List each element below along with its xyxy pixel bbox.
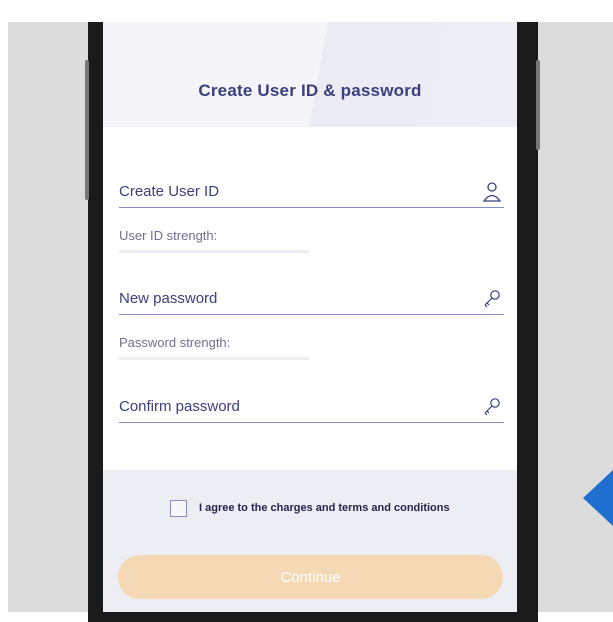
terms-row: I agree to the charges and terms and con… [170, 498, 450, 518]
terms-label[interactable]: I agree to the charges and terms and con… [199, 502, 450, 514]
continue-button[interactable]: Continue [118, 555, 503, 599]
confirm-password-field[interactable]: Confirm password [119, 396, 504, 423]
user-id-placeholder: Create User ID [119, 183, 220, 200]
password-strength-label: Password strength: [119, 335, 231, 350]
terms-checkbox[interactable] [170, 499, 187, 517]
user-icon [482, 181, 502, 203]
user-id-field[interactable]: Create User ID [119, 181, 504, 208]
user-id-strength-label: User ID strength: [119, 228, 218, 243]
phone-side-button-right [536, 60, 540, 150]
new-password-field[interactable]: New password [119, 288, 504, 315]
decorative-arrow-icon [583, 470, 613, 526]
new-password-placeholder: New password [119, 290, 218, 307]
form-card: Create User ID User ID strength: New pas… [103, 127, 517, 470]
confirm-password-placeholder: Confirm password [119, 398, 240, 415]
password-strength-bar [119, 357, 309, 360]
page-title: Create User ID & password [198, 81, 422, 100]
header: Create User ID & password [103, 22, 517, 127]
phone-side-button-left [85, 60, 89, 200]
user-id-strength-bar [119, 250, 309, 253]
key-icon [482, 288, 502, 310]
phone-screen: Create User ID & password Create User ID… [103, 22, 517, 612]
key-icon [482, 396, 502, 418]
